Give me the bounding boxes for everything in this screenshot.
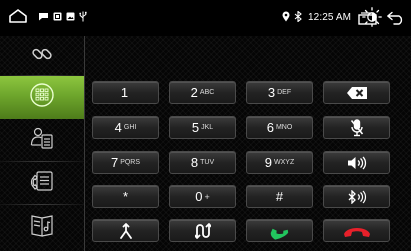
home-icon[interactable] <box>8 9 28 23</box>
chat-icon <box>38 12 49 21</box>
contacts-icon <box>30 126 54 155</box>
key-1[interactable]: 1 <box>92 81 159 104</box>
key-digit: 6 <box>266 120 274 135</box>
merge-call-icon <box>119 222 133 239</box>
location-icon <box>282 11 290 22</box>
key-letters: GHI <box>123 124 137 131</box>
merge-call-button[interactable] <box>92 219 159 242</box>
key-3[interactable]: 3 DEF <box>246 81 313 104</box>
backspace-icon <box>346 86 368 100</box>
key-5[interactable]: 5 JKL <box>169 116 236 139</box>
sidebar-item-contacts[interactable] <box>0 119 84 162</box>
speaker-button[interactable] <box>323 151 390 174</box>
music-icon <box>29 214 55 243</box>
key-digit: # <box>275 189 284 204</box>
dialer-screen: 1 2 ABC 3 DEF 4 GHI 5 JKL 6 MNO 7 PQRS 8… <box>0 36 411 251</box>
number-display <box>88 36 408 76</box>
key-6[interactable]: 6 MNO <box>246 116 313 139</box>
image-icon <box>66 12 75 21</box>
sidebar-item-music[interactable] <box>0 205 84 251</box>
key-digit: 5 <box>191 120 200 135</box>
key-4[interactable]: 4 GHI <box>92 116 159 139</box>
key-letters: PQRS <box>120 159 141 166</box>
hang-up-button[interactable] <box>323 219 390 242</box>
clock: 12:25 AM <box>308 12 352 23</box>
key-digit: 2 <box>190 85 198 100</box>
recent-apps-icon[interactable] <box>358 12 377 30</box>
mic-mute-button[interactable] <box>323 116 390 139</box>
key-7[interactable]: 7 PQRS <box>92 151 159 174</box>
link-icon <box>31 43 53 70</box>
swap-call-button[interactable] <box>169 219 236 242</box>
key-digit: 4 <box>114 120 122 135</box>
key-letters: ABC <box>199 89 215 96</box>
key-digit: 9 <box>264 155 272 170</box>
key-letters: TUV <box>200 159 215 166</box>
key-9[interactable]: 9 WXYZ <box>246 151 313 174</box>
dialpad-icon <box>30 83 54 112</box>
sidebar-item-dialpad[interactable] <box>0 76 84 119</box>
call-log-icon <box>30 169 54 198</box>
key-digit: 8 <box>190 155 199 170</box>
key-letters: DEF <box>277 89 292 96</box>
back-icon[interactable] <box>386 11 406 30</box>
key-letters: JKL <box>201 124 214 131</box>
bluetooth-icon <box>294 11 302 22</box>
key-digit: 7 <box>110 155 119 170</box>
bluetooth-audio-button[interactable] <box>323 185 390 208</box>
mic-mute-icon <box>350 118 364 137</box>
key-2[interactable]: 2 ABC <box>169 81 236 104</box>
sidebar-item-call-log[interactable] <box>0 162 84 205</box>
bluetooth-audio-icon <box>347 189 367 204</box>
backspace-button[interactable] <box>323 81 390 104</box>
key-letters: MNO <box>275 124 293 131</box>
photo-icon <box>53 12 62 21</box>
key-8[interactable]: 8 TUV <box>169 151 236 174</box>
key-0[interactable]: 0 + <box>169 185 236 208</box>
sidebar-divider <box>84 36 85 251</box>
key-hash[interactable]: # <box>246 185 313 208</box>
sidebar <box>0 36 84 251</box>
key-digit: 0 <box>195 189 203 204</box>
key-digit: 1 <box>120 85 129 100</box>
status-bar: 12:25 AM <box>0 0 411 36</box>
key-star[interactable]: * <box>92 185 159 208</box>
key-digit: 3 <box>267 85 276 100</box>
hang-up-icon <box>343 224 371 238</box>
key-digit: * <box>122 189 129 204</box>
call-button[interactable] <box>246 219 313 242</box>
key-letters: WXYZ <box>274 159 295 166</box>
usb-icon <box>79 11 87 22</box>
call-icon <box>267 222 293 240</box>
sidebar-item-link[interactable] <box>0 36 84 76</box>
speaker-icon <box>347 156 367 170</box>
key-letters: + <box>204 191 210 202</box>
swap-call-icon <box>194 222 211 239</box>
